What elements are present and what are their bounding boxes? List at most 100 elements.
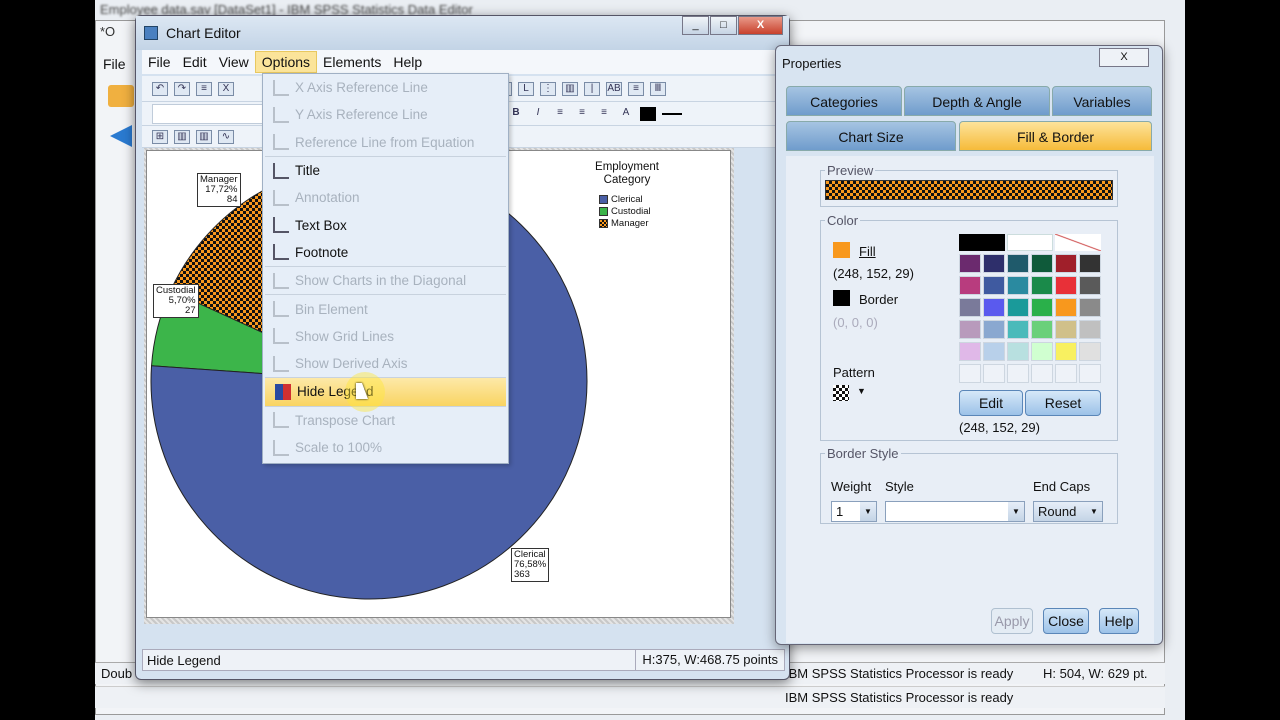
palette-swatch[interactable] xyxy=(1079,276,1101,295)
legend-tool-icon[interactable]: AB xyxy=(606,81,622,96)
palette-swatch[interactable] xyxy=(1079,364,1101,383)
palette-no-color[interactable] xyxy=(1055,234,1101,251)
menu-item-footnote[interactable]: Footnote xyxy=(263,239,508,266)
palette-white[interactable] xyxy=(1007,234,1053,251)
palette-swatch[interactable] xyxy=(1007,298,1029,317)
fill-color-swatch[interactable] xyxy=(640,106,656,121)
tab-variables[interactable]: Variables xyxy=(1052,86,1152,116)
palette-swatch[interactable] xyxy=(959,364,981,383)
menu-item-hide-legend[interactable]: Hide Legend xyxy=(265,378,506,406)
edit-color-button[interactable]: Edit xyxy=(959,390,1023,416)
palette-swatch[interactable] xyxy=(959,254,981,273)
x-axis-icon[interactable]: X xyxy=(218,81,234,96)
menu-item-text-box[interactable]: Text Box xyxy=(263,211,508,238)
back-arrow-icon[interactable] xyxy=(110,125,132,147)
pattern-dropdown-arrow-icon[interactable]: ▼ xyxy=(857,386,866,396)
bold-icon[interactable]: B xyxy=(508,107,524,121)
data-label-clerical[interactable]: Clerical 76,58% 363 xyxy=(511,548,550,582)
minimize-button[interactable]: _ xyxy=(682,16,709,35)
palette-swatch[interactable] xyxy=(1055,320,1077,339)
tab-chart-size[interactable]: Chart Size xyxy=(786,121,956,151)
palette-swatch[interactable] xyxy=(959,276,981,295)
end-caps-select[interactable]: Round ▼ xyxy=(1033,501,1103,522)
menu-item-bin-element[interactable]: Bin Element xyxy=(263,295,508,322)
border-swatch[interactable] xyxy=(833,290,850,306)
open-folder-icon[interactable] xyxy=(108,85,134,107)
scale-tool-icon[interactable]: Ⅲ xyxy=(650,81,666,96)
bar-chart-icon[interactable]: ▥ xyxy=(174,129,190,144)
help-button[interactable]: Help xyxy=(1099,608,1139,634)
border-option[interactable]: Border xyxy=(859,292,898,307)
palette-swatch[interactable] xyxy=(1007,364,1029,383)
palette-swatch[interactable] xyxy=(1007,342,1029,361)
palette-swatch[interactable] xyxy=(983,342,1005,361)
apply-button[interactable]: Apply xyxy=(991,608,1033,634)
tab-fill-border[interactable]: Fill & Border xyxy=(959,121,1152,151)
palette-swatch[interactable] xyxy=(959,298,981,317)
style-select[interactable]: ▼ xyxy=(885,501,1025,522)
legend-item-manager[interactable]: Manager xyxy=(599,217,651,229)
palette-swatch[interactable] xyxy=(1031,254,1053,273)
data-label-manager[interactable]: Manager 17,72% 84 xyxy=(197,173,241,207)
menu-item-annotation[interactable]: Annotation xyxy=(263,184,508,211)
menu-view[interactable]: View xyxy=(213,52,255,72)
bar-chart-2-icon[interactable]: ▥ xyxy=(196,129,212,144)
data-label-custodial[interactable]: Custodial 5,70% 27 xyxy=(153,284,199,318)
menu-item-y-axis-reference-line[interactable]: Y Axis Reference Line xyxy=(263,101,508,128)
italic-icon[interactable]: I xyxy=(530,107,546,121)
palette-swatch[interactable] xyxy=(983,298,1005,317)
palette-swatch[interactable] xyxy=(1079,298,1101,317)
palette-swatch[interactable] xyxy=(1007,320,1029,339)
palette-swatch[interactable] xyxy=(1055,276,1077,295)
palette-swatch[interactable] xyxy=(959,320,981,339)
legend[interactable]: Clerical Custodial Manager xyxy=(599,193,651,229)
line-chart-icon[interactable]: ∿ xyxy=(218,129,234,144)
palette-swatch[interactable] xyxy=(1031,320,1053,339)
chart-editor-titlebar[interactable]: Chart Editor _ □ X xyxy=(136,16,789,50)
palette-swatch[interactable] xyxy=(983,364,1005,383)
legend-item-clerical[interactable]: Clerical xyxy=(599,193,651,205)
menu-item-title[interactable]: Title xyxy=(263,157,508,184)
legend-item-custodial[interactable]: Custodial xyxy=(599,205,651,217)
menu-item-reference-line-from-equation[interactable]: Reference Line from Equation xyxy=(263,129,508,156)
reset-color-button[interactable]: Reset xyxy=(1025,390,1101,416)
palette-swatch[interactable] xyxy=(1079,342,1101,361)
close-button[interactable]: X xyxy=(738,16,783,35)
palette-swatch[interactable] xyxy=(983,320,1005,339)
maximize-button[interactable]: □ xyxy=(710,16,737,35)
fill-swatch[interactable] xyxy=(833,242,850,258)
menu-help[interactable]: Help xyxy=(387,52,428,72)
palette-swatch[interactable] xyxy=(983,254,1005,273)
menu-item-show-derived-axis[interactable]: Show Derived Axis xyxy=(263,350,508,377)
palette-swatch[interactable] xyxy=(1007,254,1029,273)
properties-icon[interactable]: ≡ xyxy=(196,81,212,96)
align-left-icon[interactable]: ≡ xyxy=(552,107,568,121)
legend-title[interactable]: Employment Category xyxy=(587,161,667,187)
palette-swatch[interactable] xyxy=(1007,276,1029,295)
line-style-icon[interactable] xyxy=(662,112,682,115)
weight-select[interactable]: 1 ▼ xyxy=(831,501,877,522)
undo-icon[interactable]: ↶ xyxy=(152,81,168,96)
tab-depth-angle[interactable]: Depth & Angle xyxy=(904,86,1050,116)
palette-swatch[interactable] xyxy=(959,342,981,361)
grid-tool-icon[interactable]: ▥ xyxy=(562,81,578,96)
palette-black[interactable] xyxy=(959,234,1005,251)
palette-swatch[interactable] xyxy=(1031,276,1053,295)
menu-item-scale-to-100[interactable]: Scale to 100% xyxy=(263,434,508,461)
palette-swatch[interactable] xyxy=(1055,254,1077,273)
transpose-tool-icon[interactable]: ≡ xyxy=(628,81,644,96)
menu-options[interactable]: Options xyxy=(254,51,318,73)
palette-swatch[interactable] xyxy=(1055,364,1077,383)
menu-item-show-charts-in-the-diagonal[interactable]: Show Charts in the Diagonal xyxy=(263,267,508,294)
palette-swatch[interactable] xyxy=(1031,298,1053,317)
bg-file-menu[interactable]: File xyxy=(103,56,126,72)
footnote-tool-icon[interactable]: L xyxy=(518,81,534,96)
menu-file[interactable]: File xyxy=(142,52,177,72)
menu-item-transpose-chart[interactable]: Transpose Chart xyxy=(263,407,508,434)
align-center-icon[interactable]: ≡ xyxy=(574,107,590,121)
palette-swatch[interactable] xyxy=(1055,298,1077,317)
palette-swatch[interactable] xyxy=(1079,254,1101,273)
palette-swatch[interactable] xyxy=(1031,342,1053,361)
redo-icon[interactable]: ↷ xyxy=(174,81,190,96)
menu-item-x-axis-reference-line[interactable]: X Axis Reference Line xyxy=(263,74,508,101)
